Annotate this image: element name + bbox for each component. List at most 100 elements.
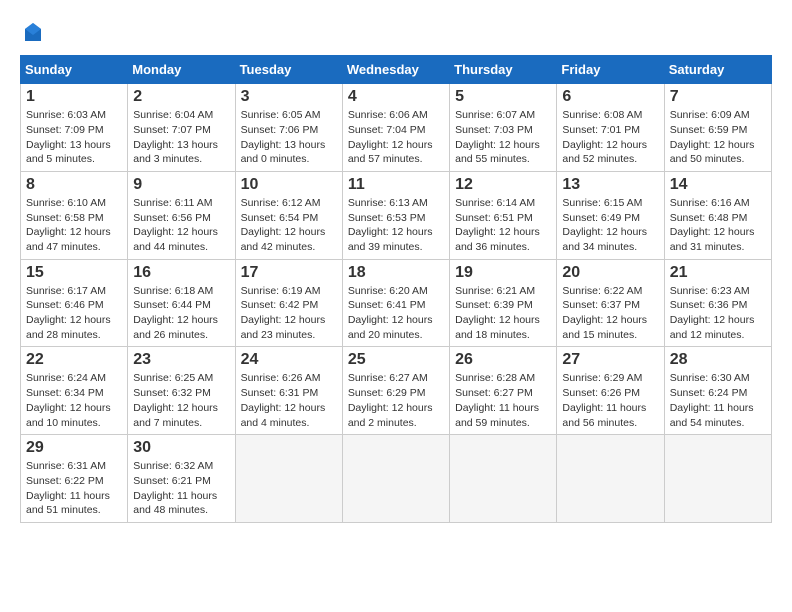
day-number: 14 bbox=[670, 176, 766, 194]
calendar-empty bbox=[342, 435, 449, 523]
day-info: Sunrise: 6:21 AMSunset: 6:39 PMDaylight:… bbox=[455, 285, 540, 341]
calendar-empty bbox=[664, 435, 771, 523]
day-info: Sunrise: 6:29 AMSunset: 6:26 PMDaylight:… bbox=[562, 372, 646, 428]
calendar-day-23: 23 Sunrise: 6:25 AMSunset: 6:32 PMDayligh… bbox=[128, 347, 235, 435]
logo bbox=[20, 20, 46, 45]
day-info: Sunrise: 6:27 AMSunset: 6:29 PMDaylight:… bbox=[348, 372, 433, 428]
day-number: 2 bbox=[133, 88, 229, 106]
day-info: Sunrise: 6:19 AMSunset: 6:42 PMDaylight:… bbox=[241, 285, 326, 341]
day-info: Sunrise: 6:22 AMSunset: 6:37 PMDaylight:… bbox=[562, 285, 647, 341]
calendar-table: SundayMondayTuesdayWednesdayThursdayFrid… bbox=[20, 55, 772, 523]
weekday-header-thursday: Thursday bbox=[450, 56, 557, 84]
day-info: Sunrise: 6:05 AMSunset: 7:06 PMDaylight:… bbox=[241, 109, 326, 165]
weekday-header-wednesday: Wednesday bbox=[342, 56, 449, 84]
calendar-empty bbox=[235, 435, 342, 523]
day-number: 19 bbox=[455, 264, 551, 282]
calendar-day-14: 14 Sunrise: 6:16 AMSunset: 6:48 PMDayligh… bbox=[664, 171, 771, 259]
day-number: 16 bbox=[133, 264, 229, 282]
calendar-empty bbox=[557, 435, 664, 523]
calendar-day-29: 29 Sunrise: 6:31 AMSunset: 6:22 PMDayligh… bbox=[21, 435, 128, 523]
day-number: 8 bbox=[26, 176, 122, 194]
calendar-week-2: 8 Sunrise: 6:10 AMSunset: 6:58 PMDaylight… bbox=[21, 171, 772, 259]
calendar-empty bbox=[450, 435, 557, 523]
day-number: 12 bbox=[455, 176, 551, 194]
day-info: Sunrise: 6:13 AMSunset: 6:53 PMDaylight:… bbox=[348, 197, 433, 253]
day-info: Sunrise: 6:24 AMSunset: 6:34 PMDaylight:… bbox=[26, 372, 111, 428]
day-number: 18 bbox=[348, 264, 444, 282]
day-info: Sunrise: 6:16 AMSunset: 6:48 PMDaylight:… bbox=[670, 197, 755, 253]
day-info: Sunrise: 6:31 AMSunset: 6:22 PMDaylight:… bbox=[26, 460, 110, 516]
calendar-day-19: 19 Sunrise: 6:21 AMSunset: 6:39 PMDayligh… bbox=[450, 259, 557, 347]
calendar-day-8: 8 Sunrise: 6:10 AMSunset: 6:58 PMDaylight… bbox=[21, 171, 128, 259]
calendar-day-2: 2 Sunrise: 6:04 AMSunset: 7:07 PMDaylight… bbox=[128, 84, 235, 172]
calendar-day-4: 4 Sunrise: 6:06 AMSunset: 7:04 PMDaylight… bbox=[342, 84, 449, 172]
day-info: Sunrise: 6:18 AMSunset: 6:44 PMDaylight:… bbox=[133, 285, 218, 341]
day-info: Sunrise: 6:25 AMSunset: 6:32 PMDaylight:… bbox=[133, 372, 218, 428]
day-number: 11 bbox=[348, 176, 444, 194]
day-info: Sunrise: 6:32 AMSunset: 6:21 PMDaylight:… bbox=[133, 460, 217, 516]
day-info: Sunrise: 6:07 AMSunset: 7:03 PMDaylight:… bbox=[455, 109, 540, 165]
day-info: Sunrise: 6:14 AMSunset: 6:51 PMDaylight:… bbox=[455, 197, 540, 253]
calendar-day-3: 3 Sunrise: 6:05 AMSunset: 7:06 PMDaylight… bbox=[235, 84, 342, 172]
calendar-day-22: 22 Sunrise: 6:24 AMSunset: 6:34 PMDayligh… bbox=[21, 347, 128, 435]
day-info: Sunrise: 6:09 AMSunset: 6:59 PMDaylight:… bbox=[670, 109, 755, 165]
calendar-day-21: 21 Sunrise: 6:23 AMSunset: 6:36 PMDayligh… bbox=[664, 259, 771, 347]
day-info: Sunrise: 6:20 AMSunset: 6:41 PMDaylight:… bbox=[348, 285, 433, 341]
weekday-header-saturday: Saturday bbox=[664, 56, 771, 84]
calendar-day-18: 18 Sunrise: 6:20 AMSunset: 6:41 PMDayligh… bbox=[342, 259, 449, 347]
weekday-header-sunday: Sunday bbox=[21, 56, 128, 84]
day-info: Sunrise: 6:28 AMSunset: 6:27 PMDaylight:… bbox=[455, 372, 539, 428]
day-number: 6 bbox=[562, 88, 658, 106]
weekday-header-row: SundayMondayTuesdayWednesdayThursdayFrid… bbox=[21, 56, 772, 84]
day-info: Sunrise: 6:12 AMSunset: 6:54 PMDaylight:… bbox=[241, 197, 326, 253]
day-number: 22 bbox=[26, 351, 122, 369]
page-header bbox=[20, 20, 772, 45]
calendar-day-11: 11 Sunrise: 6:13 AMSunset: 6:53 PMDayligh… bbox=[342, 171, 449, 259]
weekday-header-friday: Friday bbox=[557, 56, 664, 84]
calendar-week-1: 1 Sunrise: 6:03 AMSunset: 7:09 PMDaylight… bbox=[21, 84, 772, 172]
day-number: 3 bbox=[241, 88, 337, 106]
calendar-day-26: 26Sunrise: 6:28 AMSunset: 6:27 PMDayligh… bbox=[450, 347, 557, 435]
calendar-day-28: 28 Sunrise: 6:30 AMSunset: 6:24 PMDayligh… bbox=[664, 347, 771, 435]
day-info: Sunrise: 6:23 AMSunset: 6:36 PMDaylight:… bbox=[670, 285, 755, 341]
day-info: Sunrise: 6:03 AMSunset: 7:09 PMDaylight:… bbox=[26, 109, 111, 165]
day-number: 27 bbox=[562, 351, 658, 369]
day-info: Sunrise: 6:10 AMSunset: 6:58 PMDaylight:… bbox=[26, 197, 111, 253]
calendar-day-6: 6Sunrise: 6:08 AMSunset: 7:01 PMDaylight… bbox=[557, 84, 664, 172]
calendar-day-1: 1 Sunrise: 6:03 AMSunset: 7:09 PMDaylight… bbox=[21, 84, 128, 172]
day-number: 13 bbox=[562, 176, 658, 194]
calendar-day-27: 27 Sunrise: 6:29 AMSunset: 6:26 PMDayligh… bbox=[557, 347, 664, 435]
day-number: 1 bbox=[26, 88, 122, 106]
day-number: 4 bbox=[348, 88, 444, 106]
calendar-day-12: 12 Sunrise: 6:14 AMSunset: 6:51 PMDayligh… bbox=[450, 171, 557, 259]
calendar-day-10: 10 Sunrise: 6:12 AMSunset: 6:54 PMDayligh… bbox=[235, 171, 342, 259]
day-number: 30 bbox=[133, 439, 229, 457]
day-number: 9 bbox=[133, 176, 229, 194]
day-info: Sunrise: 6:15 AMSunset: 6:49 PMDaylight:… bbox=[562, 197, 647, 253]
calendar-day-13: 13 Sunrise: 6:15 AMSunset: 6:49 PMDayligh… bbox=[557, 171, 664, 259]
day-number: 5 bbox=[455, 88, 551, 106]
day-number: 24 bbox=[241, 351, 337, 369]
day-number: 23 bbox=[133, 351, 229, 369]
calendar-day-5: 5 Sunrise: 6:07 AMSunset: 7:03 PMDaylight… bbox=[450, 84, 557, 172]
day-info: Sunrise: 6:26 AMSunset: 6:31 PMDaylight:… bbox=[241, 372, 326, 428]
calendar-day-25: 25 Sunrise: 6:27 AMSunset: 6:29 PMDayligh… bbox=[342, 347, 449, 435]
day-number: 29 bbox=[26, 439, 122, 457]
day-number: 25 bbox=[348, 351, 444, 369]
calendar-day-7: 7 Sunrise: 6:09 AMSunset: 6:59 PMDaylight… bbox=[664, 84, 771, 172]
day-number: 28 bbox=[670, 351, 766, 369]
day-number: 7 bbox=[670, 88, 766, 106]
day-number: 15 bbox=[26, 264, 122, 282]
day-info: Sunrise: 6:06 AMSunset: 7:04 PMDaylight:… bbox=[348, 109, 433, 165]
day-info: Sunrise: 6:30 AMSunset: 6:24 PMDaylight:… bbox=[670, 372, 754, 428]
day-info: Sunrise: 6:04 AMSunset: 7:07 PMDaylight:… bbox=[133, 109, 218, 165]
day-number: 17 bbox=[241, 264, 337, 282]
calendar-week-3: 15 Sunrise: 6:17 AMSunset: 6:46 PMDayligh… bbox=[21, 259, 772, 347]
calendar-day-16: 16 Sunrise: 6:18 AMSunset: 6:44 PMDayligh… bbox=[128, 259, 235, 347]
day-info: Sunrise: 6:17 AMSunset: 6:46 PMDaylight:… bbox=[26, 285, 111, 341]
day-number: 20 bbox=[562, 264, 658, 282]
day-number: 21 bbox=[670, 264, 766, 282]
day-number: 10 bbox=[241, 176, 337, 194]
calendar-week-4: 22 Sunrise: 6:24 AMSunset: 6:34 PMDayligh… bbox=[21, 347, 772, 435]
day-info: Sunrise: 6:11 AMSunset: 6:56 PMDaylight:… bbox=[133, 197, 218, 253]
